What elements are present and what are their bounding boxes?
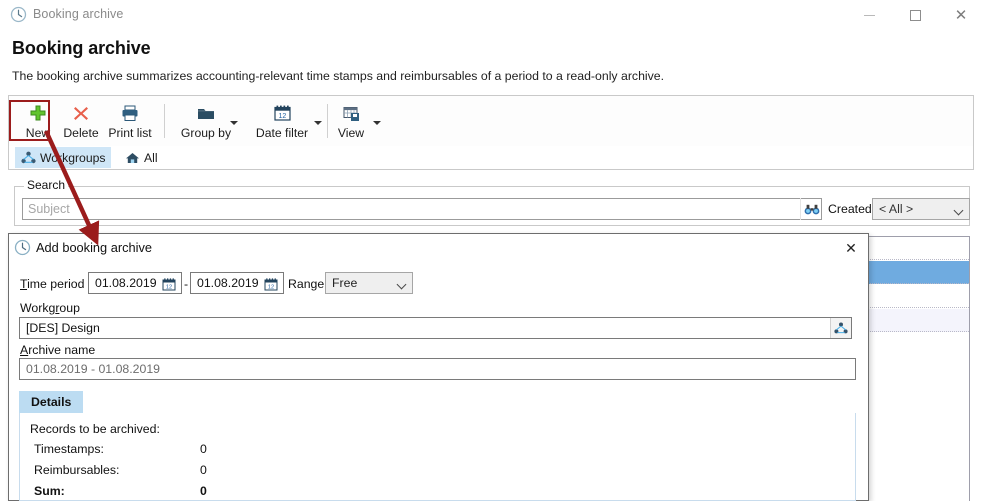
calendar-icon[interactable]: 12: [264, 277, 278, 291]
printer-icon: [120, 102, 140, 124]
search-group-legend: Search: [24, 178, 69, 192]
time-period-label-rest: ime period: [27, 277, 85, 291]
calendar-icon: 12: [273, 102, 292, 124]
page-title: Booking archive: [12, 38, 151, 58]
chevron-down-icon: [396, 279, 407, 290]
created-filter-label: Created: [828, 202, 872, 216]
timestamps-value: 0: [200, 442, 207, 456]
sum-label: Sum:: [34, 484, 65, 498]
date-filter-button[interactable]: 12 Date filter: [245, 99, 319, 144]
dialog-clock-icon: [14, 239, 31, 256]
chevron-down-icon: [953, 205, 964, 216]
dialog-close-icon[interactable]: ✕: [838, 236, 864, 260]
search-input[interactable]: Subject: [22, 198, 822, 220]
plus-icon: [28, 102, 48, 124]
scope-tab-all[interactable]: All: [119, 147, 164, 168]
workgroup-input[interactable]: [DES] Design: [19, 317, 852, 339]
workgroup-picker-icon[interactable]: [830, 318, 851, 338]
scope-tab-workgroups[interactable]: Workgroups: [15, 147, 112, 168]
scope-tab-workgroups-label: Workgroups: [40, 150, 106, 165]
scope-tab-bar: Workgroups All: [8, 146, 974, 170]
date-filter-button-label: Date filter: [255, 126, 309, 140]
view-button-label: View: [337, 126, 365, 140]
view-button[interactable]: View: [331, 99, 371, 144]
dialog-tab-strip: Details Records to be archived: Timestam…: [19, 391, 856, 501]
details-heading: Records to be archived:: [30, 422, 160, 436]
print-list-button[interactable]: Print list: [101, 99, 159, 144]
group-by-button-label: Group by: [180, 126, 232, 140]
print-list-button-label: Print list: [108, 126, 152, 140]
delete-button[interactable]: Delete: [59, 99, 103, 144]
details-panel: Records to be archived: Timestamps: 0 Re…: [19, 413, 856, 501]
date-filter-dropdown-caret[interactable]: [314, 121, 322, 125]
window-title: Booking archive: [33, 7, 124, 21]
toolbar: New Delete Print list Group by 12 Date f…: [8, 95, 974, 146]
toolbar-separator-2: [327, 104, 328, 138]
timestamps-label: Timestamps:: [34, 442, 104, 456]
reimbursables-label: Reimbursables:: [34, 463, 120, 477]
workgroup-icon: [21, 151, 36, 165]
created-filter-select[interactable]: < All >: [872, 198, 970, 220]
workgroup-value: [DES] Design: [26, 321, 100, 335]
date-from-value: 01.08.2019: [95, 276, 157, 290]
svg-text:12: 12: [268, 284, 274, 290]
workgroup-label-post: oup: [59, 301, 80, 315]
clock-icon: [10, 6, 27, 23]
maximize-button[interactable]: [892, 0, 938, 30]
date-to-value: 01.08.2019: [197, 276, 259, 290]
maximize-icon: [909, 9, 921, 21]
dialog-title: Add booking archive: [36, 240, 152, 255]
date-range-separator: -: [184, 277, 189, 291]
range-label: Range: [288, 277, 325, 291]
archive-name-label-rest: rchive name: [28, 343, 96, 357]
cross-icon: [72, 102, 90, 124]
minimize-button[interactable]: [846, 0, 892, 30]
svg-text:12: 12: [278, 113, 286, 120]
application-window: Booking archive ✕ Booking archive The bo…: [0, 0, 982, 501]
home-icon: [125, 151, 140, 165]
calendar-icon[interactable]: 12: [162, 277, 176, 291]
page-description: The booking archive summarizes accountin…: [12, 69, 665, 83]
reimbursables-value: 0: [200, 463, 207, 477]
archive-name-input[interactable]: 01.08.2019 - 01.08.2019: [19, 358, 856, 380]
binoculars-icon[interactable]: [800, 198, 822, 220]
new-button[interactable]: New: [15, 99, 61, 144]
title-bar: Booking archive ✕: [0, 0, 982, 30]
toolbar-separator: [164, 104, 165, 138]
minimize-icon: [863, 14, 875, 16]
svg-text:12: 12: [166, 284, 172, 290]
scope-tab-all-label: All: [144, 150, 158, 165]
delete-button-label: Delete: [63, 126, 99, 140]
workgroup-label-pre: Workg: [20, 301, 56, 315]
new-button-label: New: [25, 126, 51, 140]
date-from-input[interactable]: 01.08.2019 12: [88, 272, 182, 294]
tab-details[interactable]: Details: [19, 391, 84, 413]
range-value: Free: [332, 276, 358, 290]
view-dropdown-caret[interactable]: [373, 121, 381, 125]
folder-icon: [196, 102, 216, 124]
archive-name-label: Archive name: [20, 343, 96, 357]
grid-save-icon: [342, 102, 361, 124]
sum-value: 0: [200, 484, 207, 498]
date-to-input[interactable]: 01.08.2019 12: [190, 272, 284, 294]
close-icon: ✕: [954, 6, 968, 24]
workgroup-label: Workgroup: [20, 301, 80, 315]
close-button[interactable]: ✕: [938, 0, 982, 30]
created-filter-value: < All >: [879, 202, 914, 216]
range-select[interactable]: Free: [325, 272, 413, 294]
time-period-label: Time period: [20, 277, 85, 291]
group-by-dropdown-caret[interactable]: [230, 121, 238, 125]
